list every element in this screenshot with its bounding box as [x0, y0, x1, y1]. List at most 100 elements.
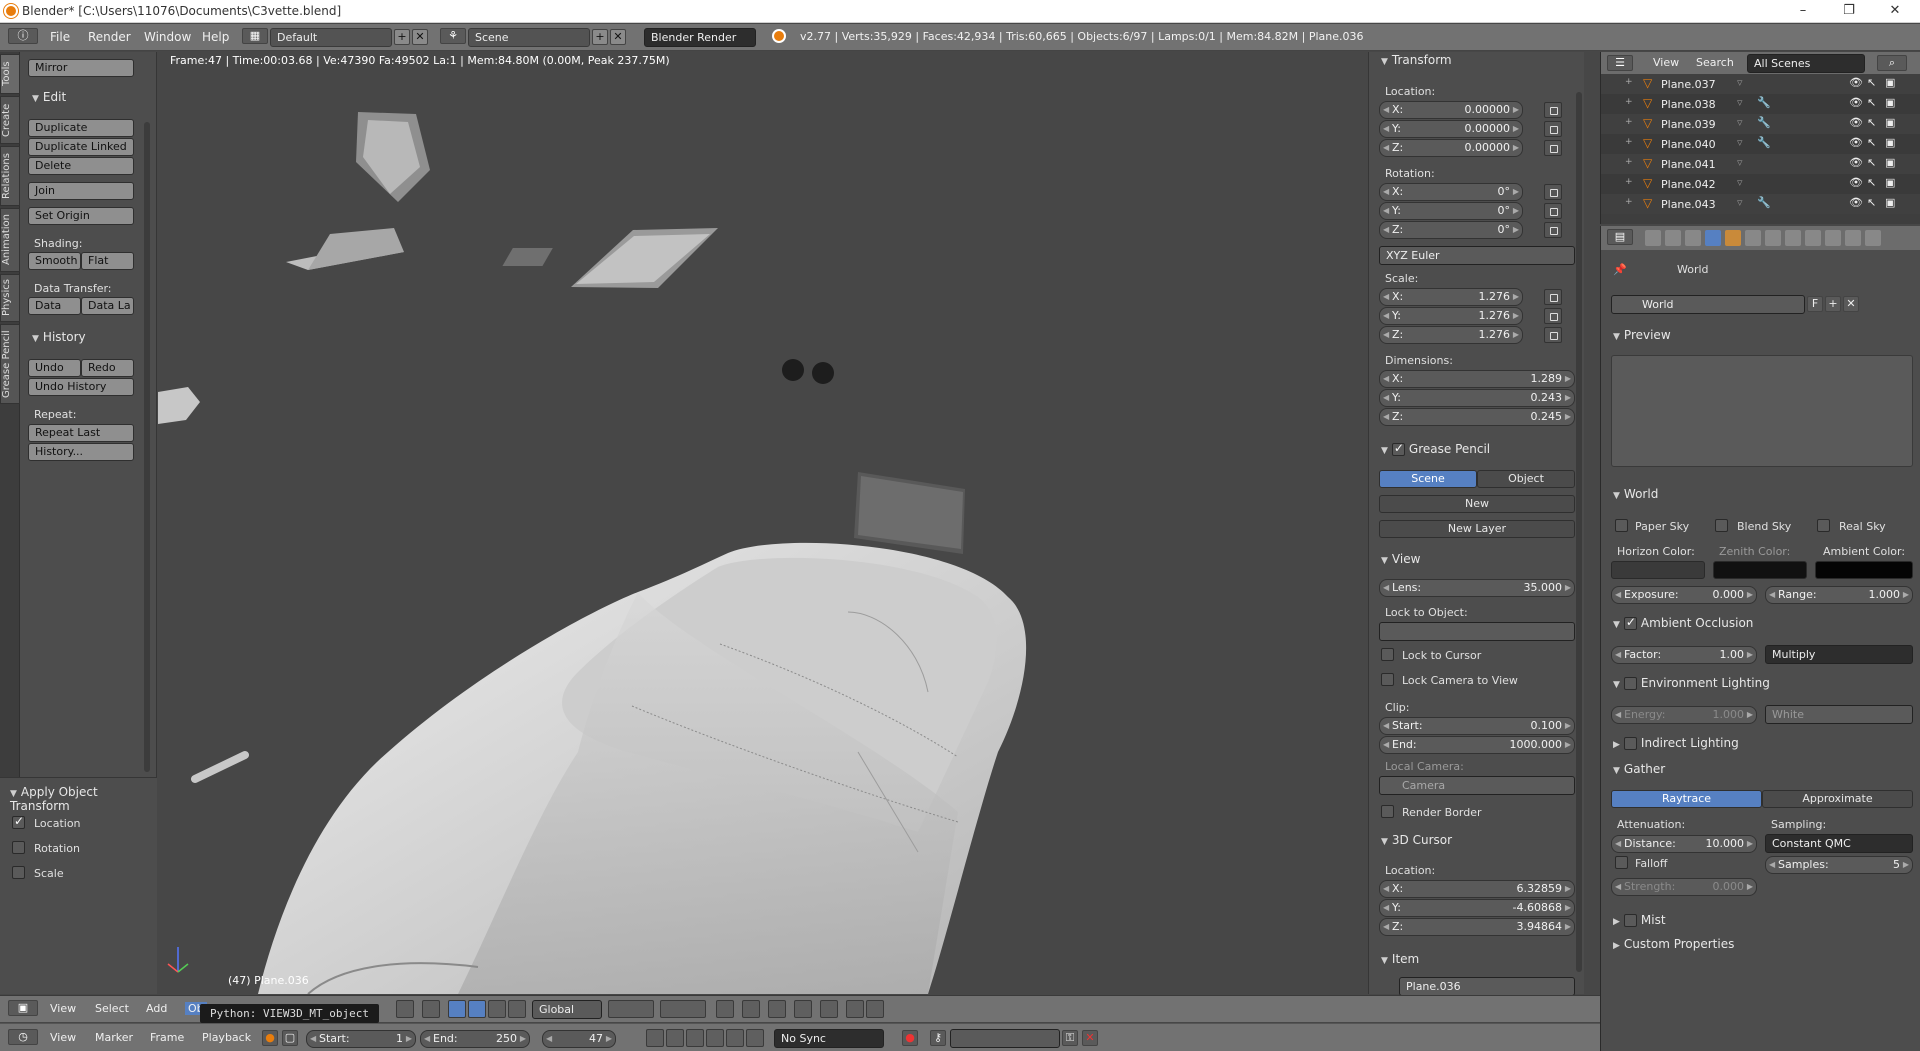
- insert-keyframe-icon[interactable]: ⚿: [1062, 1030, 1078, 1046]
- jump-end-icon[interactable]: [746, 1029, 764, 1047]
- gp-scene-button[interactable]: Scene: [1379, 470, 1477, 488]
- render-engine-select[interactable]: Blender Render: [644, 28, 756, 47]
- rotation-x-field[interactable]: ◀ X: 0° ▶: [1379, 183, 1523, 201]
- visibility-eye-icon[interactable]: 👁: [1849, 76, 1863, 89]
- outliner-object-name[interactable]: Plane.043: [1661, 198, 1716, 211]
- render-camera-icon[interactable]: ▣: [1885, 76, 1895, 89]
- jump-start-icon[interactable]: [646, 1029, 664, 1047]
- outliner-object-name[interactable]: Plane.037: [1661, 78, 1716, 91]
- scale-checkbox[interactable]: [12, 866, 25, 879]
- select-arrow-icon[interactable]: ↖: [1867, 196, 1876, 209]
- lock-icon[interactable]: [1544, 327, 1562, 343]
- zenith-color-swatch[interactable]: [1713, 561, 1807, 579]
- layers-grid-icon[interactable]: [660, 1000, 706, 1018]
- expand-icon[interactable]: +: [1625, 197, 1633, 207]
- rotate-icon[interactable]: [488, 1000, 506, 1018]
- material-tab-icon[interactable]: [1805, 230, 1821, 246]
- properties-type-icon[interactable]: ▤: [1607, 229, 1633, 245]
- outliner-row[interactable]: + ▽ Plane.037 ▿ 👁 ↖ ▣: [1601, 74, 1920, 94]
- location-x-field[interactable]: ◀ X: 0.00000 ▶: [1379, 101, 1523, 119]
- ambient-occlusion-title[interactable]: ▼Ambient Occlusion: [1613, 615, 1753, 630]
- unlink-world-icon[interactable]: ✕: [1843, 296, 1859, 312]
- maximize-button[interactable]: ❐: [1826, 0, 1872, 23]
- strength-field[interactable]: ◀ Strength: 0.000 ▶: [1611, 878, 1757, 896]
- expand-icon[interactable]: +: [1625, 137, 1633, 147]
- modifiers-tab-icon[interactable]: [1765, 230, 1781, 246]
- ambient-color-swatch[interactable]: [1815, 561, 1913, 579]
- world-name-field[interactable]: World: [1611, 295, 1805, 314]
- real-sky-checkbox[interactable]: [1817, 519, 1830, 532]
- layers-grid-icon[interactable]: [608, 1000, 654, 1018]
- sampling-select[interactable]: Constant QMC: [1765, 834, 1913, 853]
- tab-grease-pencil[interactable]: Grease Pencil: [0, 324, 20, 404]
- record-icon[interactable]: ●: [902, 1030, 918, 1046]
- item-name-field[interactable]: Plane.036: [1399, 977, 1575, 996]
- snap-target-icon[interactable]: [794, 1000, 812, 1018]
- delete-button[interactable]: Delete: [28, 157, 134, 175]
- ao-factor-field[interactable]: ◀ Factor: 1.00 ▶: [1611, 646, 1757, 664]
- outliner-row[interactable]: + ▽ Plane.039 ▿ 🔧 👁 ↖ ▣: [1601, 114, 1920, 134]
- render-layers-tab-icon[interactable]: [1665, 230, 1681, 246]
- env-color-select[interactable]: White: [1765, 705, 1913, 724]
- menu-select[interactable]: Select: [95, 1002, 129, 1015]
- rotation-checkbox[interactable]: [12, 841, 25, 854]
- scene-tab-icon[interactable]: [1685, 230, 1701, 246]
- visibility-eye-icon[interactable]: 👁: [1849, 156, 1863, 169]
- gp-object-button[interactable]: Object: [1477, 470, 1575, 488]
- lock-camera-checkbox[interactable]: [1381, 673, 1394, 686]
- viewport-type-icon[interactable]: ▣: [8, 1000, 38, 1016]
- search-icon[interactable]: ⌕: [1877, 55, 1907, 71]
- constraints-tab-icon[interactable]: [1745, 230, 1761, 246]
- scale-z-field[interactable]: ◀ Z: 1.276 ▶: [1379, 326, 1523, 344]
- join-button[interactable]: Join: [28, 182, 134, 200]
- gp-new-button[interactable]: New: [1379, 495, 1575, 513]
- outliner-search-menu[interactable]: Search: [1696, 56, 1734, 69]
- location-z-field[interactable]: ◀ Z: 0.00000 ▶: [1379, 139, 1523, 157]
- samples-field[interactable]: ◀ Samples: 5 ▶: [1765, 856, 1913, 874]
- orientation-select[interactable]: Global: [532, 1000, 602, 1019]
- menu-render[interactable]: Render: [88, 30, 131, 44]
- select-arrow-icon[interactable]: ↖: [1867, 136, 1876, 149]
- select-arrow-icon[interactable]: ↖: [1867, 156, 1876, 169]
- outliner-object-name[interactable]: Plane.040: [1661, 138, 1716, 151]
- dimension-y-field[interactable]: ◀ Y: 0.243 ▶: [1379, 389, 1575, 407]
- gather-title[interactable]: ▼ Gather: [1613, 762, 1665, 776]
- scene-icon[interactable]: ⚘: [440, 28, 466, 44]
- current-frame-field[interactable]: ◀ 47 ▶: [542, 1030, 616, 1048]
- outliner-object-name[interactable]: Plane.039: [1661, 118, 1716, 131]
- scale-y-field[interactable]: ◀ Y: 1.276 ▶: [1379, 307, 1523, 325]
- mirror-button[interactable]: Mirror: [28, 59, 134, 77]
- new-world-icon[interactable]: +: [1825, 296, 1841, 312]
- pin-icon[interactable]: 📌: [1613, 263, 1627, 276]
- frame-start-field[interactable]: ◀ Start: 1 ▶: [306, 1030, 416, 1048]
- outliner-object-name[interactable]: Plane.038: [1661, 98, 1716, 111]
- gp-new-layer-button[interactable]: New Layer: [1379, 520, 1575, 538]
- lens-field[interactable]: ◀ Lens: 35.000 ▶: [1379, 579, 1575, 597]
- visibility-eye-icon[interactable]: 👁: [1849, 176, 1863, 189]
- timeline-view-menu[interactable]: View: [50, 1031, 76, 1044]
- location-y-field[interactable]: ◀ Y: 0.00000 ▶: [1379, 120, 1523, 138]
- lock-icon[interactable]: [1544, 102, 1562, 118]
- render-camera-icon[interactable]: ▣: [1885, 156, 1895, 169]
- local-camera-field[interactable]: Camera: [1379, 776, 1575, 795]
- add-scene-icon[interactable]: +: [592, 29, 608, 45]
- screen-layout-field[interactable]: Default: [270, 28, 392, 47]
- timeline-frame-menu[interactable]: Frame: [150, 1031, 184, 1044]
- play-icon[interactable]: [706, 1029, 724, 1047]
- duplicate-button[interactable]: Duplicate: [28, 119, 134, 137]
- tab-create[interactable]: Create: [0, 96, 20, 144]
- prev-keyframe-icon[interactable]: [666, 1029, 684, 1047]
- clip-start-field[interactable]: ◀ Start: 0.100 ▶: [1379, 717, 1575, 735]
- expand-icon[interactable]: +: [1625, 117, 1633, 127]
- render-camera-icon[interactable]: ▣: [1885, 136, 1895, 149]
- toolshelf-scrollbar[interactable]: [144, 122, 150, 772]
- lock-icon[interactable]: [1544, 289, 1562, 305]
- lock-to-cursor-checkbox[interactable]: [1381, 648, 1394, 661]
- auto-keying-icon[interactable]: ●: [262, 1030, 278, 1046]
- item-title[interactable]: ▼ Item: [1381, 952, 1419, 966]
- object-tab-icon[interactable]: [1725, 230, 1741, 246]
- render-camera-icon[interactable]: ▣: [1885, 176, 1895, 189]
- render-tab-icon[interactable]: [1645, 230, 1661, 246]
- expand-icon[interactable]: +: [1625, 157, 1633, 167]
- distance-field[interactable]: ◀ Distance: 10.000 ▶: [1611, 835, 1757, 853]
